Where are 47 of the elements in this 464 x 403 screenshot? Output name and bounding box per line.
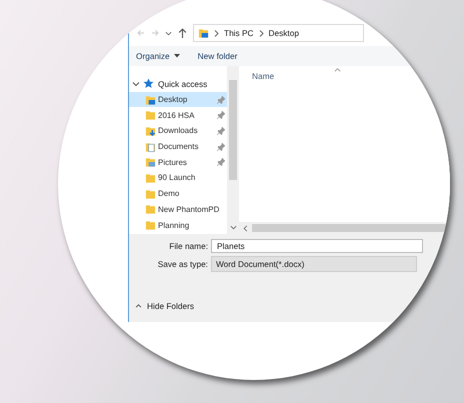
file-name-field[interactable]: Planets	[211, 239, 423, 253]
field-label: File name:	[168, 241, 209, 251]
pictures-icon	[145, 156, 156, 168]
chevron-up-icon	[135, 304, 142, 308]
folder-icon	[145, 219, 156, 232]
scroll-left-icon[interactable]	[242, 224, 249, 232]
nav-item[interactable]: Pictures	[129, 154, 227, 170]
sort-caret-icon	[334, 68, 341, 72]
nav-item[interactable]: Planning	[129, 217, 227, 233]
documents-icon	[145, 140, 156, 153]
pin-icon	[217, 126, 225, 135]
breadcrumb[interactable]: This PC	[224, 28, 254, 38]
downloads-icon	[145, 124, 156, 137]
chevron-right-icon	[214, 30, 219, 36]
type-dropdown[interactable]: Word Document(*.docx)	[211, 256, 417, 272]
folder-icon	[145, 172, 156, 184]
address-bar[interactable]: This PC Desktop	[193, 24, 364, 42]
nav-item[interactable]: Documents	[129, 138, 227, 154]
nav-item[interactable]: 2016 HSA	[129, 107, 227, 124]
chevron-icon[interactable]	[132, 80, 140, 88]
nav-item[interactable]: 90 Launch	[129, 170, 227, 186]
column-header[interactable]: Name	[252, 71, 274, 81]
nav-item[interactable]: Desktop	[129, 92, 227, 108]
folder-icon	[145, 109, 156, 122]
up-arrow-icon[interactable]	[178, 28, 187, 38]
nav-item[interactable]: New PhantomPD	[129, 202, 227, 218]
pin-icon	[217, 96, 225, 104]
desktop-icon	[145, 94, 156, 106]
breadcrumb[interactable]: Desktop	[268, 28, 299, 38]
desktop-icon	[198, 27, 209, 39]
toolbar-button[interactable]: Organize	[133, 49, 183, 63]
nav-item[interactable]: Demo	[129, 186, 227, 202]
nav-item[interactable]: Quick access	[157, 78, 208, 90]
chevron-right-icon	[258, 30, 264, 36]
pin-icon	[217, 142, 225, 151]
star-icon	[143, 78, 154, 90]
folder-icon	[145, 203, 156, 216]
scroll-down-icon[interactable]	[230, 224, 236, 231]
hide-folders-toggle[interactable]: Hide Folders	[135, 301, 194, 311]
chevron-icon[interactable]	[165, 30, 172, 36]
nav-item[interactable]: Downloads	[129, 123, 227, 139]
folder-icon	[145, 188, 156, 200]
scrollbar[interactable]	[227, 66, 239, 234]
pin-icon	[217, 111, 225, 120]
pin-icon	[217, 158, 225, 166]
field-label: Save as type:	[156, 259, 209, 269]
toolbar-button[interactable]: New folder	[194, 49, 240, 63]
